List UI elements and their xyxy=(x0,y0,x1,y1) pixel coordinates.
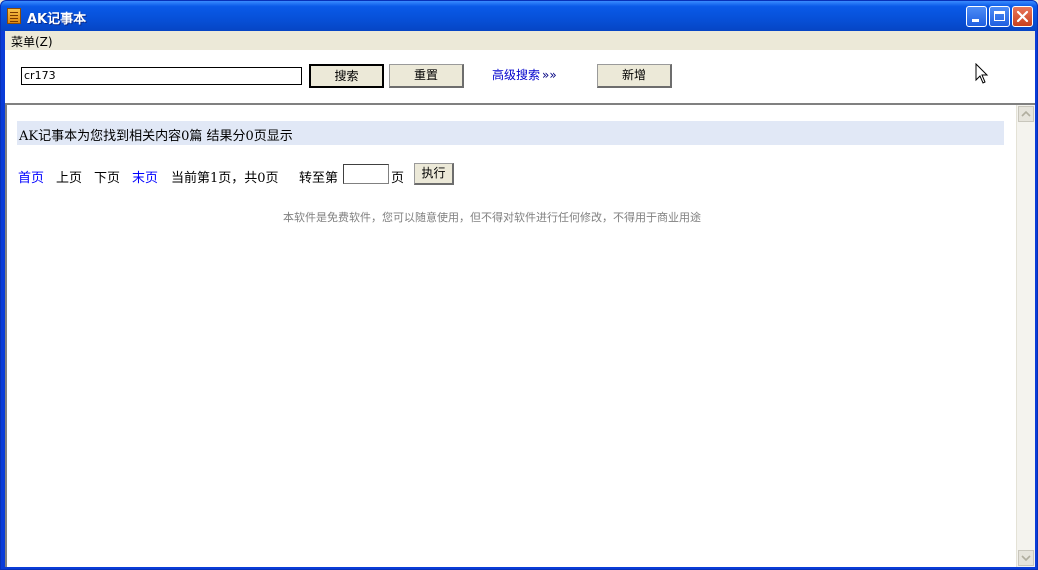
goto-prefix-label: 转至第 xyxy=(299,171,339,186)
app-window: AK记事本 菜单(Z) cr173 搜索 重置 高级搜索»» 新增 AK记事本为… xyxy=(0,0,1038,570)
new-button[interactable]: 新增 xyxy=(597,64,672,88)
vertical-scrollbar[interactable] xyxy=(1016,105,1035,567)
chevron-up-icon xyxy=(1021,110,1031,117)
maximize-icon xyxy=(994,11,1005,21)
goto-page-input[interactable] xyxy=(343,164,389,184)
execute-button[interactable]: 执行 xyxy=(414,163,454,185)
search-toolbar: cr173 搜索 重置 高级搜索»» 新增 xyxy=(5,50,1035,103)
results-panel: AK记事本为您找到相关内容0篇 结果分0页显示 首页 上页 下页 末页 当前第1… xyxy=(5,103,1035,567)
scroll-up-button[interactable] xyxy=(1018,106,1034,122)
advanced-search-label: 高级搜索 xyxy=(492,68,541,82)
next-page-link[interactable]: 下页 xyxy=(94,167,120,186)
notebook-icon xyxy=(7,8,21,24)
license-note: 本软件是免费软件，您可以随意使用，但不得对软件进行任何修改，不得用于商业用途 xyxy=(283,211,701,224)
search-input[interactable]: cr173 xyxy=(21,67,302,85)
title-bar[interactable]: AK记事本 xyxy=(1,1,1037,31)
search-button[interactable]: 搜索 xyxy=(309,64,384,88)
window-title: AK记事本 xyxy=(27,12,87,27)
first-page-link[interactable]: 首页 xyxy=(18,167,44,186)
results-summary: AK记事本为您找到相关内容0篇 结果分0页显示 xyxy=(19,129,293,144)
minimize-button[interactable] xyxy=(966,6,987,27)
reset-button[interactable]: 重置 xyxy=(389,64,464,88)
menu-bar: 菜单(Z) xyxy=(5,31,1035,50)
results-summary-bar: AK记事本为您找到相关内容0篇 结果分0页显示 xyxy=(17,121,1004,145)
scroll-down-button[interactable] xyxy=(1018,550,1034,566)
close-button[interactable] xyxy=(1012,6,1033,27)
goto-suffix-label: 页 xyxy=(391,171,405,186)
close-icon xyxy=(1016,10,1029,23)
advanced-search-link[interactable]: 高级搜索»» xyxy=(492,66,557,83)
prev-page-link[interactable]: 上页 xyxy=(56,167,82,186)
maximize-button[interactable] xyxy=(989,6,1010,27)
minimize-icon xyxy=(972,19,979,22)
chevrons-right-icon: »» xyxy=(542,68,557,82)
chevron-down-icon xyxy=(1021,555,1031,562)
mouse-cursor-icon xyxy=(975,63,989,84)
current-page-info: 当前第1页，共0页 xyxy=(171,171,279,186)
menu-item-menu[interactable]: 菜单(Z) xyxy=(11,33,53,50)
last-page-link[interactable]: 末页 xyxy=(132,167,158,186)
